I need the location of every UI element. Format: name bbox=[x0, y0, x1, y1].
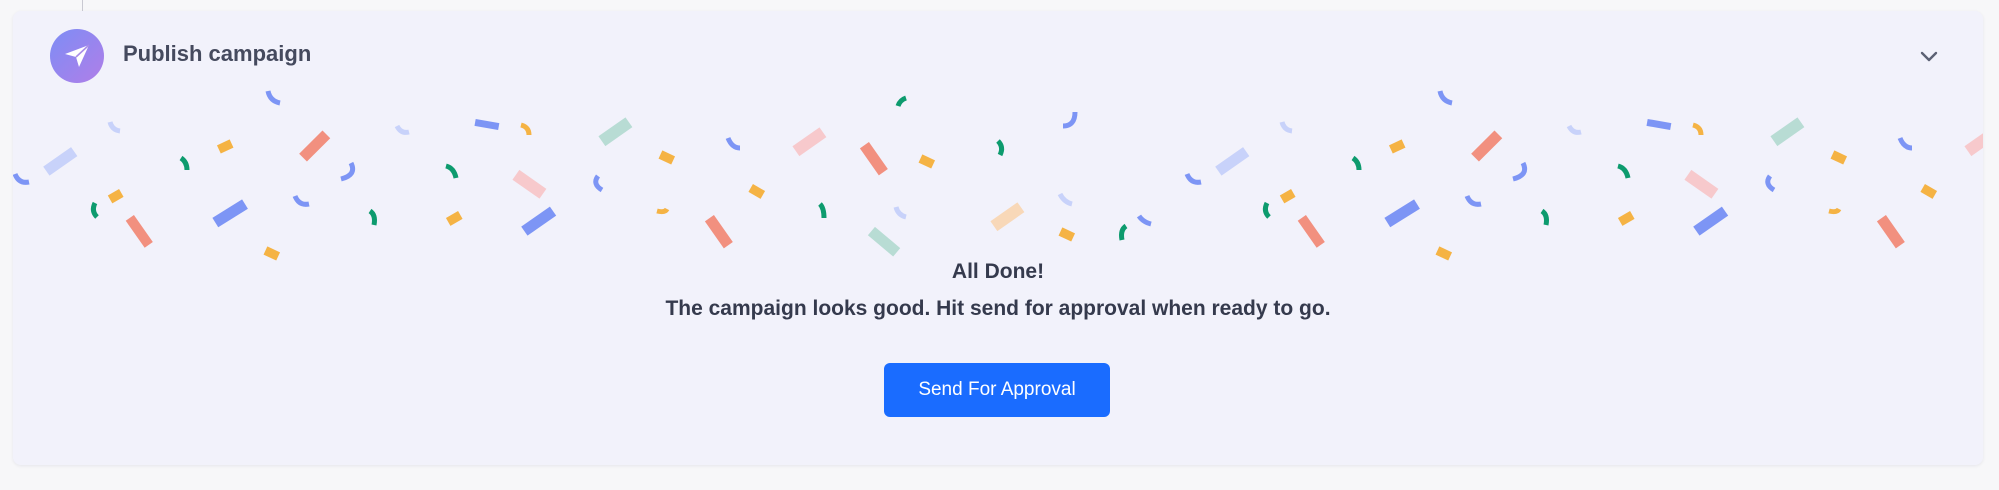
confetti-piece bbox=[299, 130, 331, 162]
confetti-piece bbox=[895, 95, 907, 107]
confetti-piece bbox=[292, 194, 310, 207]
confetti-piece bbox=[859, 142, 888, 176]
completion-message: The campaign looks good. Hit send for ap… bbox=[665, 297, 1331, 320]
confetti-piece bbox=[918, 154, 936, 169]
confetti-piece bbox=[520, 122, 532, 136]
confetti-piece bbox=[340, 161, 356, 182]
confetti-piece bbox=[107, 189, 124, 204]
confetti-piece bbox=[445, 163, 459, 179]
confetti-piece bbox=[394, 124, 410, 135]
confetti-piece bbox=[1119, 223, 1128, 241]
confetti-piece bbox=[521, 206, 557, 236]
confetti-piece bbox=[990, 202, 1025, 232]
completion-title: All Done! bbox=[951, 260, 1045, 283]
confetti-piece bbox=[474, 118, 500, 131]
confetti-piece bbox=[792, 127, 827, 157]
confetti-piece bbox=[212, 199, 248, 228]
confetti-decoration bbox=[13, 86, 1983, 276]
confetti-piece bbox=[216, 139, 234, 154]
confetti-piece bbox=[656, 207, 670, 215]
confetti-piece bbox=[1057, 192, 1073, 207]
confetti-piece bbox=[263, 246, 281, 261]
send-for-approval-button[interactable]: Send For Approval bbox=[884, 363, 1110, 417]
confetti-piece bbox=[1062, 111, 1078, 129]
confetti-piece bbox=[725, 136, 741, 151]
confetti-piece bbox=[43, 147, 78, 176]
confetti-piece bbox=[704, 215, 733, 249]
confetti-piece bbox=[90, 201, 99, 219]
confetti-piece bbox=[1058, 227, 1076, 242]
confetti-piece bbox=[1136, 214, 1152, 227]
chevron-down-icon[interactable] bbox=[1917, 45, 1941, 69]
confetti-piece bbox=[107, 121, 121, 134]
confetti-piece bbox=[512, 169, 547, 199]
confetti-piece bbox=[368, 208, 377, 226]
confetti-piece bbox=[445, 211, 463, 226]
confetti-repeat bbox=[1187, 91, 1983, 260]
confetti-piece bbox=[593, 174, 604, 193]
confetti-piece bbox=[125, 215, 153, 248]
confetti-piece bbox=[867, 226, 901, 257]
card-header[interactable]: Publish campaign bbox=[13, 11, 1983, 97]
confetti-piece bbox=[658, 150, 676, 165]
avatar bbox=[50, 29, 104, 83]
publish-campaign-card: Publish campaign All Done! The campaign … bbox=[13, 11, 1983, 465]
confetti-piece bbox=[893, 206, 907, 220]
confetti-piece bbox=[179, 155, 190, 171]
confetti-piece bbox=[13, 172, 30, 185]
confetti-piece bbox=[598, 117, 633, 147]
paper-plane-icon bbox=[65, 44, 90, 67]
confetti-piece bbox=[996, 139, 1005, 157]
confetti-piece bbox=[818, 202, 827, 219]
confetti-piece bbox=[265, 90, 281, 106]
confetti-piece bbox=[748, 184, 766, 199]
card-title: Publish campaign bbox=[123, 41, 312, 66]
